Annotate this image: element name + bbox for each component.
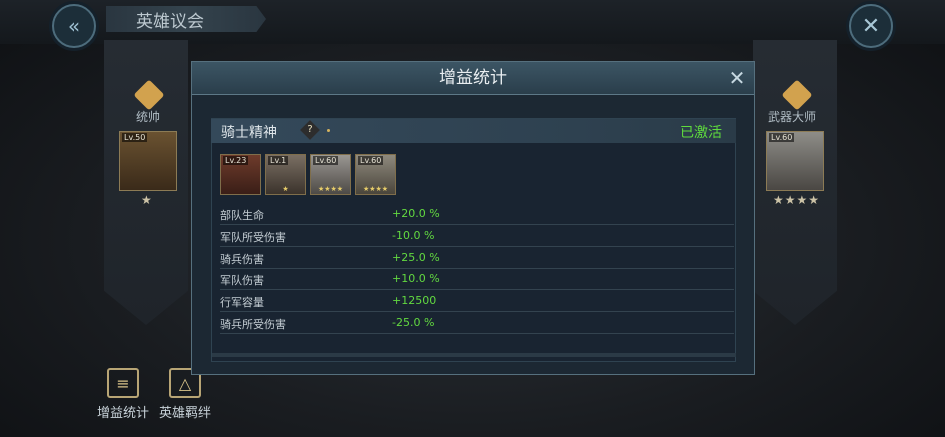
hero-bond-button[interactable]: △ 英雄羁绊 [150, 368, 220, 421]
back-button[interactable]: « [52, 4, 96, 48]
right-slot-label: 武器大师 [768, 110, 817, 124]
stat-row: 军队所受伤害 -10.0 % [220, 225, 734, 247]
level-label: Lv.60 [769, 133, 795, 142]
page-title: 英雄议会 [106, 6, 266, 32]
stat-value: +20.0 % [392, 207, 440, 220]
right-hero-portrait[interactable]: Lv.60 [766, 131, 824, 191]
bond-hero-1[interactable]: Lv.23 [220, 154, 261, 195]
dot-marker [327, 129, 330, 132]
stat-value: +25.0 % [392, 251, 440, 264]
bond-header: 骑士精神 ? 已激活 [211, 119, 736, 143]
buff-stats-dialog: 增益统计 ✕ 骑士精神 ? 已激活 Lv.23 Lv.1 ★ Lv.60 ★★★… [191, 61, 755, 375]
bond-hero-4[interactable]: Lv.60 ★★★★ [355, 154, 396, 195]
level-label: Lv.1 [268, 156, 289, 165]
stat-row: 骑兵伤害 +25.0 % [220, 247, 734, 269]
stat-value: +10.0 % [392, 272, 440, 285]
stat-row: 行军容量 +12500 [220, 290, 734, 312]
buff-stats-button[interactable]: ≡ 增益统计 [88, 368, 158, 421]
bond-name: 骑士精神 [221, 125, 277, 141]
bond-hero-3[interactable]: Lv.60 ★★★★ [310, 154, 351, 195]
right-hero-stars: ★★★★ [773, 193, 821, 207]
stat-value: +12500 [392, 294, 437, 307]
bond-status: 已激活 [680, 125, 722, 141]
stat-name: 部队生命 [220, 209, 264, 222]
dialog-close-button[interactable]: ✕ [725, 66, 749, 90]
level-label: Lv.60 [313, 156, 339, 165]
stat-name: 军队伤害 [220, 274, 264, 287]
hero-bond-label: 英雄羁绊 [158, 406, 211, 421]
left-slot-label: 统帅 [136, 110, 161, 124]
stat-value: -10.0 % [392, 229, 435, 242]
left-hero-stars: ★ [141, 193, 153, 207]
stat-value: -25.0 % [392, 316, 435, 329]
double-chevron-left-icon: « [67, 14, 81, 38]
close-button[interactable]: ✕ [849, 4, 893, 48]
stat-row: 骑兵所受伤害 -25.0 % [220, 312, 734, 334]
close-icon: ✕ [861, 13, 881, 39]
stat-name: 军队所受伤害 [220, 231, 286, 244]
stat-row: 部队生命 +20.0 % [220, 203, 734, 225]
close-icon: ✕ [728, 66, 746, 90]
help-icon-glyph: ? [307, 124, 313, 135]
level-label: Lv.50 [122, 133, 148, 142]
hero-stars: ★ [282, 185, 289, 193]
buff-stats-label: 增益统计 [96, 406, 149, 421]
level-label: Lv.60 [358, 156, 384, 165]
stat-row: 军队伤害 +10.0 % [220, 268, 734, 290]
hero-stars: ★★★★ [317, 185, 344, 193]
stat-name: 行军容量 [220, 296, 264, 309]
dialog-title: 增益统计 [192, 62, 754, 95]
scrollbar[interactable] [212, 353, 736, 357]
left-hero-portrait[interactable]: Lv.50 [119, 131, 177, 191]
bond-hero-2[interactable]: Lv.1 ★ [265, 154, 306, 195]
level-label: Lv.23 [223, 156, 249, 165]
stat-name: 骑兵所受伤害 [220, 318, 286, 331]
hero-stars: ★★★★ [362, 185, 389, 193]
stats-icon: ≡ [107, 368, 139, 398]
stat-name: 骑兵伤害 [220, 253, 264, 266]
